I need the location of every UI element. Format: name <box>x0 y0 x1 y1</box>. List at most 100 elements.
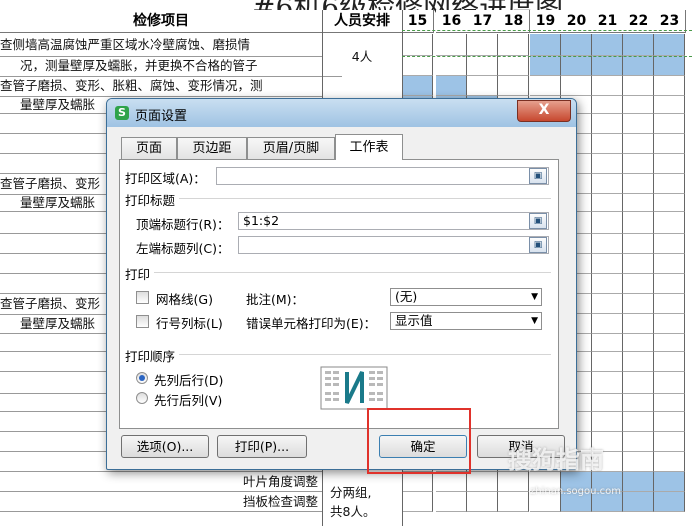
gantt-cell[interactable] <box>623 234 654 254</box>
gantt-cell[interactable] <box>467 492 498 512</box>
gantt-cell[interactable] <box>561 76 592 96</box>
gantt-cell[interactable] <box>654 372 685 394</box>
gantt-cell[interactable] <box>402 472 433 492</box>
gantt-cell[interactable] <box>592 394 623 412</box>
gantt-cell[interactable] <box>561 34 592 56</box>
gantt-cell[interactable] <box>654 34 685 56</box>
gantt-cell[interactable] <box>498 76 529 96</box>
gantt-cell[interactable] <box>436 56 467 76</box>
gantt-cell[interactable] <box>498 56 529 76</box>
gantt-cell[interactable] <box>623 394 654 412</box>
gantt-cell[interactable] <box>592 274 623 294</box>
tab-header-footer[interactable]: 页眉/页脚 <box>247 137 335 159</box>
gantt-cell[interactable] <box>654 452 685 472</box>
gantt-cell[interactable] <box>402 492 433 512</box>
gantt-cell[interactable] <box>654 412 685 432</box>
top-rows-picker-icon[interactable]: ▣ <box>529 213 547 229</box>
gantt-cell[interactable] <box>592 134 623 154</box>
gantt-cell[interactable] <box>623 56 654 76</box>
gantt-cell[interactable] <box>467 34 498 56</box>
staff-cell-2[interactable]: 共8人。 <box>330 501 400 520</box>
gantt-cell[interactable] <box>654 194 685 212</box>
gantt-cell[interactable] <box>623 372 654 394</box>
gantt-cell[interactable] <box>436 76 467 96</box>
gantt-cell[interactable] <box>530 34 561 56</box>
close-button[interactable]: X <box>517 100 571 122</box>
gantt-cell[interactable] <box>654 114 685 134</box>
gantt-cell[interactable] <box>654 174 685 194</box>
gantt-cell[interactable] <box>654 96 685 114</box>
task-row[interactable]: 况，测量壁厚及蠕胀，并更换不合格的管子 <box>0 56 342 77</box>
gantt-cell[interactable] <box>623 134 654 154</box>
gantt-cell[interactable] <box>467 56 498 76</box>
gantt-cell[interactable] <box>623 76 654 96</box>
gantt-cell[interactable] <box>654 492 685 512</box>
top-rows-input[interactable]: $1:$2 <box>238 212 549 230</box>
tab-sheet[interactable]: 工作表 <box>335 134 403 160</box>
gantt-cell[interactable] <box>623 294 654 314</box>
gantt-cell[interactable] <box>654 254 685 274</box>
gantt-cell[interactable] <box>436 492 467 512</box>
row-col-headers-label[interactable]: 行号列标(L) <box>156 313 223 332</box>
gantt-cell[interactable] <box>498 492 529 512</box>
gantt-cell[interactable] <box>592 212 623 234</box>
gantt-cell[interactable] <box>467 472 498 492</box>
header-staff[interactable]: 人员安排 <box>322 10 403 33</box>
gantt-cell[interactable] <box>623 352 654 372</box>
gantt-cell[interactable] <box>402 56 433 76</box>
down-then-over-radio[interactable] <box>136 372 148 384</box>
gantt-cell[interactable] <box>654 314 685 334</box>
over-then-down-label[interactable]: 先行后列(V) <box>154 390 222 409</box>
gantt-cell[interactable] <box>654 334 685 352</box>
row-col-headers-checkbox[interactable] <box>136 315 149 328</box>
cell-errors-select[interactable]: 显示值 ▼ <box>390 312 542 330</box>
gantt-cell[interactable] <box>654 154 685 174</box>
gantt-cell[interactable] <box>654 76 685 96</box>
gantt-cell[interactable] <box>654 212 685 234</box>
gantt-cell[interactable] <box>436 34 467 56</box>
gantt-cell[interactable] <box>592 76 623 96</box>
gantt-cell[interactable] <box>623 334 654 352</box>
gantt-cell[interactable] <box>623 114 654 134</box>
gantt-cell[interactable] <box>402 34 433 56</box>
gantt-cell[interactable] <box>654 432 685 452</box>
print-area-picker-icon[interactable]: ▣ <box>529 168 547 184</box>
print-button[interactable]: 打印(P)... <box>217 435 307 458</box>
gantt-cell[interactable] <box>592 412 623 432</box>
gantt-cell[interactable] <box>592 34 623 56</box>
gantt-cell[interactable] <box>561 56 592 76</box>
gantt-cell[interactable] <box>623 34 654 56</box>
gantt-cell[interactable] <box>592 174 623 194</box>
gantt-cell[interactable] <box>592 352 623 372</box>
comments-select[interactable]: (无) ▼ <box>390 288 542 306</box>
task-row[interactable]: 挡板检查调整 <box>0 492 322 512</box>
gantt-cell[interactable] <box>623 254 654 274</box>
gantt-cell[interactable] <box>654 352 685 372</box>
gantt-cell[interactable] <box>654 472 685 492</box>
gantt-cell[interactable] <box>592 254 623 274</box>
gantt-cell[interactable] <box>623 274 654 294</box>
left-cols-input[interactable] <box>238 236 549 254</box>
over-then-down-radio[interactable] <box>136 392 148 404</box>
gantt-cell[interactable] <box>623 452 654 472</box>
gantt-cell[interactable] <box>654 234 685 254</box>
header-item[interactable]: 检修项目 <box>0 10 323 33</box>
gantt-cell[interactable] <box>436 472 467 492</box>
gantt-cell[interactable] <box>623 492 654 512</box>
gantt-cell[interactable] <box>592 334 623 352</box>
gantt-cell[interactable] <box>530 76 561 96</box>
gridlines-label[interactable]: 网格线(G) <box>156 289 213 308</box>
gantt-cell[interactable] <box>498 472 529 492</box>
gantt-cell[interactable] <box>623 432 654 452</box>
gantt-cell[interactable] <box>592 114 623 134</box>
gantt-cell[interactable] <box>498 34 529 56</box>
gantt-cell[interactable] <box>654 274 685 294</box>
gantt-cell[interactable] <box>623 154 654 174</box>
gantt-cell[interactable] <box>402 76 433 96</box>
gantt-cell[interactable] <box>654 134 685 154</box>
gantt-cell[interactable] <box>623 212 654 234</box>
down-then-over-label[interactable]: 先列后行(D) <box>154 370 223 389</box>
gantt-cell[interactable] <box>623 174 654 194</box>
task-row[interactable]: 查管子磨损、变形、胀粗、腐蚀、变形情况，测 <box>0 76 322 97</box>
tab-margins[interactable]: 页边距 <box>177 137 247 159</box>
